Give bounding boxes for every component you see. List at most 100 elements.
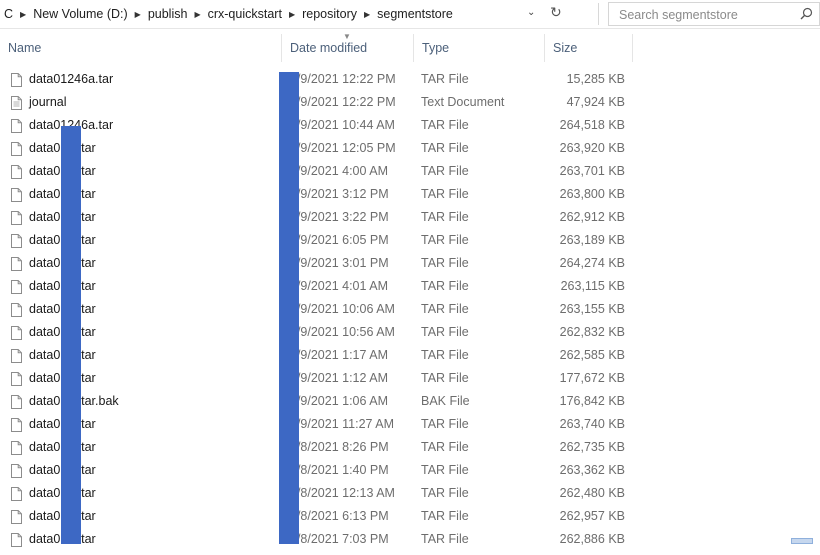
file-row[interactable]: data0 1a.tar7/9/2021 3:22 PMTAR File262,…	[0, 206, 640, 229]
file-row[interactable]: data0 8a.tar7/8/2021 7:03 PMTAR File262,…	[0, 528, 640, 551]
file-type: TAR File	[421, 279, 469, 293]
file-type: TAR File	[421, 118, 469, 132]
file-row[interactable]: data0 3a.tar7/9/2021 11:27 AMTAR File263…	[0, 413, 640, 436]
file-type: TAR File	[421, 463, 469, 477]
redaction-bar	[61, 126, 81, 544]
file-row[interactable]: data0 9a.tar7/9/2021 3:01 PMTAR File264,…	[0, 252, 640, 275]
breadcrumb-item-root[interactable]: C	[0, 7, 17, 21]
breadcrumb-item-volume[interactable]: New Volume (D:)	[29, 7, 131, 21]
file-date: 7/9/2021 6:05 PM	[290, 233, 389, 247]
file-row[interactable]: data0 2a.tar7/9/2021 3:12 PMTAR File263,…	[0, 183, 640, 206]
file-size: 263,155 KB	[559, 302, 625, 316]
file-row[interactable]: journal 7/9/2021 12:22 PM Text Document 47,…	[0, 91, 640, 114]
file-type: TAR File	[421, 256, 469, 270]
file-type: TAR File	[421, 164, 469, 178]
file-row[interactable]: data0 4a.tar.bak 7/9/2021 1:06 AM BAK File…	[0, 390, 640, 413]
file-list: data01246a.tar 7/9/2021 12:22 PM TAR File 1…	[0, 68, 640, 551]
column-header: Name Date modified Type Size ▼	[0, 32, 633, 62]
chevron-right-icon[interactable]: ▶	[286, 10, 298, 19]
file-name: journal	[29, 95, 67, 109]
file-size: 262,480 KB	[559, 486, 625, 500]
file-type: TAR File	[421, 417, 469, 431]
file-row[interactable]: data01246a.tar 7/9/2021 10:44 AM TAR File 2…	[0, 114, 640, 137]
file-size: 262,886 KB	[559, 532, 625, 546]
chevron-right-icon[interactable]: ▶	[361, 10, 373, 19]
chevron-right-icon[interactable]: ▶	[17, 10, 29, 19]
file-row[interactable]: data0 4a.tar7/9/2021 1:12 AMTAR File177,…	[0, 367, 640, 390]
search-input[interactable]	[617, 4, 791, 26]
breadcrumb-item-repository[interactable]: repository	[298, 7, 361, 21]
file-row[interactable]: data0 6a.tar7/9/2021 10:56 AMTAR File262…	[0, 321, 640, 344]
file-date: 7/9/2021 1:06 AM	[290, 394, 388, 408]
file-size: 263,920 KB	[559, 141, 625, 155]
file-row[interactable]: data0 3a.tar7/9/2021 4:00 AMTAR File263,…	[0, 160, 640, 183]
breadcrumb-item-segmentstore[interactable]: segmentstore	[373, 7, 457, 21]
file-date: 7/9/2021 4:01 AM	[290, 279, 388, 293]
file-date: 7/8/2021 7:03 PM	[290, 532, 389, 546]
file-type: BAK File	[421, 394, 470, 408]
file-date: 7/9/2021 4:00 AM	[290, 164, 388, 178]
file-type: TAR File	[421, 233, 469, 247]
file-date: 7/9/2021 11:27 AM	[290, 417, 395, 431]
file-date: 7/8/2021 12:13 AM	[290, 486, 395, 500]
file-type: TAR File	[421, 187, 469, 201]
file-type: TAR File	[421, 348, 469, 362]
file-type: TAR File	[421, 486, 469, 500]
breadcrumb-item-publish[interactable]: publish	[144, 7, 192, 21]
file-size: 15,285 KB	[566, 72, 625, 86]
file-date: 7/9/2021 12:22 PM	[290, 72, 396, 86]
chevron-right-icon[interactable]: ▶	[191, 10, 203, 19]
column-header-type[interactable]: Type	[414, 34, 545, 62]
file-type: TAR File	[421, 302, 469, 316]
file-row[interactable]: data0 8a.tar7/9/2021 4:01 AMTAR File263,…	[0, 275, 640, 298]
breadcrumb-item-crx-quickstart[interactable]: crx-quickstart	[204, 7, 286, 21]
file-date: 7/9/2021 10:44 AM	[290, 118, 395, 132]
file-type: TAR File	[421, 371, 469, 385]
file-date: 7/9/2021 1:17 AM	[290, 348, 388, 362]
sort-indicator-icon: ▼	[343, 32, 351, 41]
file-row[interactable]: data0 7a.tar7/9/2021 10:06 AMTAR File263…	[0, 298, 640, 321]
search-icon[interactable]	[800, 7, 813, 23]
scrollbar-thumb[interactable]	[791, 538, 813, 544]
file-size: 263,800 KB	[559, 187, 625, 201]
file-row[interactable]: data01246a.tar 7/9/2021 12:22 PM TAR File 1…	[0, 68, 640, 91]
chevron-down-icon[interactable]: ⌄	[527, 7, 535, 18]
refresh-icon[interactable]: ↻	[550, 4, 562, 21]
breadcrumb: C ▶ New Volume (D:) ▶ publish ▶ crx-quic…	[0, 6, 457, 22]
file-type: Text Document	[421, 95, 505, 109]
file-size: 262,585 KB	[559, 348, 625, 362]
address-bar: C ▶ New Volume (D:) ▶ publish ▶ crx-quic…	[0, 0, 820, 29]
file-row[interactable]: data0 1a.tar7/8/2021 1:40 PMTAR File263,…	[0, 459, 640, 482]
file-date: 7/8/2021 1:40 PM	[290, 463, 389, 477]
file-size: 262,957 KB	[559, 509, 625, 523]
file-type: TAR File	[421, 325, 469, 339]
file-type: TAR File	[421, 72, 469, 86]
file-row[interactable]: data0 5a.tar7/9/2021 1:17 AMTAR File262,…	[0, 344, 640, 367]
file-date: 7/9/2021 10:06 AM	[290, 302, 395, 316]
chevron-right-icon[interactable]: ▶	[132, 10, 144, 19]
divider	[598, 3, 599, 25]
column-header-size[interactable]: Size	[545, 34, 633, 62]
file-size: 263,189 KB	[559, 233, 625, 247]
file-size: 177,672 KB	[559, 371, 625, 385]
file-type: TAR File	[421, 210, 469, 224]
file-row[interactable]: data0 0a.tar7/9/2021 6:05 PMTAR File263,…	[0, 229, 640, 252]
file-size: 263,362 KB	[559, 463, 625, 477]
column-header-name[interactable]: Name	[0, 34, 282, 62]
file-row[interactable]: data0 4a.tar7/9/2021 12:05 PMTAR File263…	[0, 137, 640, 160]
file-date: 7/9/2021 3:01 PM	[290, 256, 389, 270]
file-date: 7/9/2021 12:22 PM	[290, 95, 396, 109]
file-row[interactable]: data0 9a.tar7/8/2021 6:13 PMTAR File262,…	[0, 505, 640, 528]
file-name: data01246a.tar	[29, 72, 114, 86]
file-date: 7/9/2021 3:22 PM	[290, 210, 389, 224]
file-row[interactable]: data0 2a.tar7/8/2021 8:26 PMTAR File262,…	[0, 436, 640, 459]
file-date: 7/9/2021 1:12 AM	[290, 371, 388, 385]
file-size: 264,274 KB	[559, 256, 625, 270]
file-size: 262,912 KB	[559, 210, 625, 224]
file-date: 7/8/2021 8:26 PM	[290, 440, 389, 454]
search-box[interactable]	[608, 2, 820, 26]
file-size: 262,735 KB	[559, 440, 625, 454]
file-row[interactable]: data0 0a.tar7/8/2021 12:13 AMTAR File262…	[0, 482, 640, 505]
file-date: 7/9/2021 10:56 AM	[290, 325, 395, 339]
file-size: 263,740 KB	[559, 417, 625, 431]
